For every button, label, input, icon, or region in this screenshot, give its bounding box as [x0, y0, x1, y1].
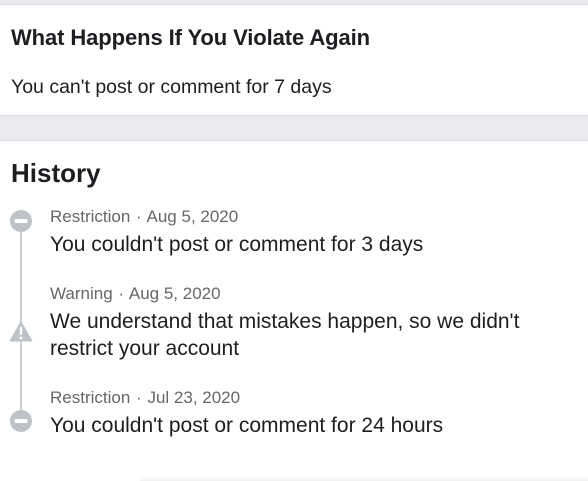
history-entry: Warning · Aug 5, 2020 We understand that… [50, 284, 570, 362]
meta-separator: · [118, 284, 125, 303]
violation-info-card: What Happens If You Violate Again You ca… [0, 4, 588, 116]
timeline-line [20, 221, 22, 411]
warning-icon [9, 320, 33, 342]
violation-consequence-text: You can't post or comment for 7 days [11, 76, 332, 98]
entry-description: You couldn't post or comment for 3 days [50, 233, 424, 256]
card-bottom-edge [140, 476, 588, 481]
restriction-icon [10, 410, 32, 432]
entry-meta: Restriction · Jul 23, 2020 [50, 388, 570, 408]
entry-description: You couldn't post or comment for 24 hour… [50, 414, 444, 437]
meta-separator: · [136, 388, 142, 407]
entry-date: Aug 5, 2020 [146, 207, 239, 226]
entry-description: We understand that mistakes happen, so w… [50, 310, 520, 360]
meta-separator: · [136, 207, 142, 226]
entry-type: Restriction [50, 388, 131, 407]
entry-type: Restriction [50, 207, 131, 226]
history-entry: Restriction · Jul 23, 2020 You couldn't … [50, 388, 570, 439]
entry-type: Warning [50, 284, 113, 303]
violation-section-title: What Happens If You Violate Again [11, 25, 370, 50]
entry-meta: Restriction · Aug 5, 2020 [50, 207, 570, 227]
history-card: History Restriction · Aug 5, 2020 You co… [0, 140, 588, 481]
history-title: History [11, 158, 101, 188]
history-entry: Restriction · Aug 5, 2020 You couldn't p… [50, 207, 570, 258]
entry-date: Jul 23, 2020 [147, 388, 241, 407]
entry-date: Aug 5, 2020 [128, 284, 221, 303]
entry-meta: Warning · Aug 5, 2020 [50, 284, 570, 304]
restriction-icon [10, 210, 32, 232]
